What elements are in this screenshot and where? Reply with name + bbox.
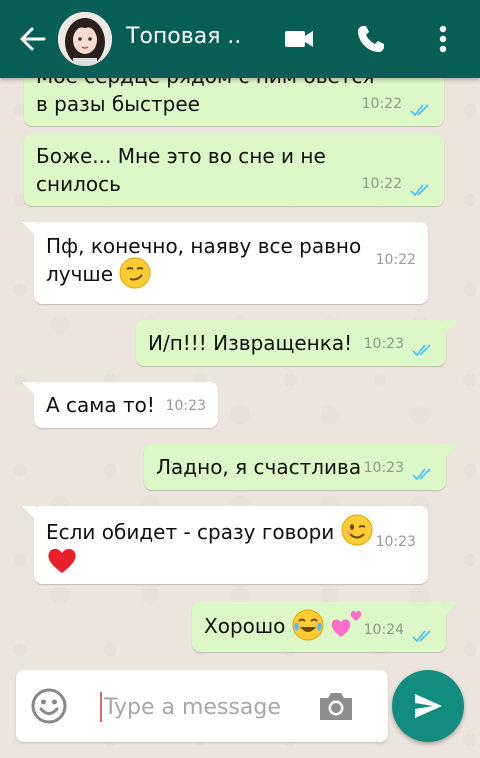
message-text: Пф, конечно, наяву все равно bbox=[46, 234, 362, 258]
message-bubble-incoming[interactable]: А сама то! 10:23 bbox=[22, 382, 218, 428]
message-bubble-outgoing[interactable]: И/п!!! Извращенка! 10:23 bbox=[136, 320, 458, 366]
more-options-button[interactable] bbox=[430, 22, 464, 56]
phone-icon bbox=[358, 26, 384, 52]
message-text: А сама то! bbox=[46, 393, 155, 417]
wink-face-emoji bbox=[341, 514, 373, 545]
read-receipt-icon bbox=[410, 184, 429, 197]
message-text: Если обидет - сразу говори bbox=[46, 520, 335, 544]
message-composer bbox=[16, 670, 388, 742]
emoji-button[interactable] bbox=[30, 687, 68, 725]
send-icon bbox=[415, 694, 442, 718]
red-heart-emoji bbox=[48, 548, 76, 573]
bubble-tail bbox=[22, 382, 36, 396]
bubble-tail bbox=[22, 222, 36, 236]
smiley-icon bbox=[31, 688, 67, 724]
message-text: Боже... Мне это во сне и не bbox=[36, 144, 326, 168]
read-receipt-icon bbox=[410, 104, 429, 117]
message-bubble-outgoing[interactable]: Хорошо 10:24 bbox=[192, 602, 458, 652]
video-call-button[interactable] bbox=[282, 22, 316, 56]
message-text: снилось bbox=[36, 172, 121, 196]
message-time: 10:22 bbox=[361, 96, 402, 112]
back-arrow-icon bbox=[20, 27, 46, 51]
message-time: 10:22 bbox=[375, 252, 416, 268]
message-time: 10:23 bbox=[165, 398, 206, 414]
read-receipt-icon bbox=[412, 468, 431, 481]
message-time: 10:23 bbox=[375, 534, 416, 550]
chat-header: Топовая .. bbox=[0, 0, 480, 78]
message-text: Ладно, я счастлива bbox=[156, 455, 362, 479]
contact-avatar[interactable] bbox=[58, 12, 112, 66]
message-bubble-outgoing[interactable]: Ладно, я счастлива 10:23 bbox=[144, 444, 458, 490]
message-time: 10:23 bbox=[363, 336, 404, 352]
voice-call-button[interactable] bbox=[354, 22, 388, 56]
message-bubble-incoming[interactable]: Если обидет - сразу говори 10:23 bbox=[22, 506, 428, 584]
message-text: лучше bbox=[46, 262, 114, 286]
back-button[interactable] bbox=[14, 20, 52, 58]
camera-icon bbox=[320, 693, 352, 720]
avatar-image bbox=[58, 12, 112, 66]
message-text: И/п!!! Извращенка! bbox=[148, 331, 353, 355]
message-time: 10:23 bbox=[363, 460, 404, 476]
smirk-face-emoji bbox=[119, 257, 151, 288]
message-text: в разы быстрее bbox=[36, 92, 200, 116]
message-time: 10:22 bbox=[361, 176, 402, 192]
camera-button[interactable] bbox=[316, 688, 356, 724]
send-button[interactable] bbox=[392, 670, 464, 742]
more-vertical-icon bbox=[439, 25, 447, 53]
bubble-tail bbox=[444, 444, 458, 458]
bubble-tail bbox=[444, 320, 458, 334]
two-hearts-emoji bbox=[331, 610, 362, 637]
read-receipt-icon bbox=[412, 630, 431, 643]
bubble-tail bbox=[22, 506, 36, 520]
video-camera-icon bbox=[285, 31, 313, 47]
bubble-tail bbox=[444, 602, 458, 616]
message-text: Хорошо bbox=[204, 614, 286, 638]
message-input[interactable] bbox=[102, 688, 316, 726]
tears-of-joy-emoji bbox=[292, 609, 324, 640]
read-receipt-icon bbox=[412, 344, 431, 357]
message-time: 10:24 bbox=[363, 622, 404, 638]
contact-name[interactable]: Топовая .. bbox=[126, 24, 241, 49]
message-bubble-incoming[interactable]: Пф, конечно, наяву все равно лучше 10:22 bbox=[22, 222, 428, 304]
message-bubble-outgoing[interactable]: Боже... Мне это во сне и не снилось 10:2… bbox=[24, 134, 444, 206]
